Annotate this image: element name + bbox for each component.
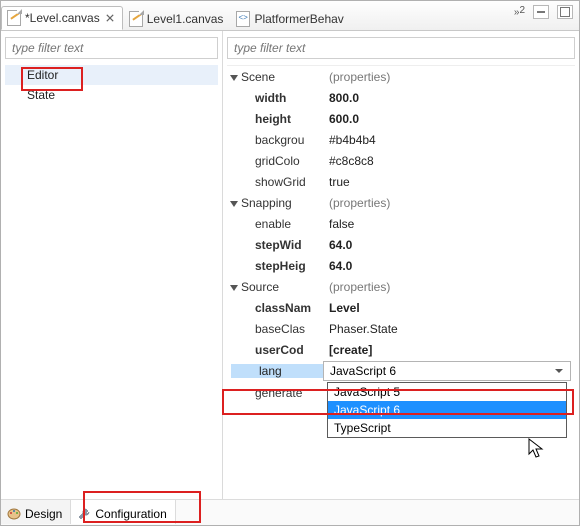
lang-option-js6[interactable]: JavaScript 6 xyxy=(328,401,566,419)
section-snapping[interactable]: Snapping (properties) xyxy=(227,192,575,213)
prop-value[interactable]: 800.0 xyxy=(323,91,575,105)
page-tab-design[interactable]: Design xyxy=(1,500,71,524)
properties-table: Scene (properties) width800.0 height600.… xyxy=(227,65,575,403)
prop-value[interactable]: Phaser.State xyxy=(323,322,575,336)
prop-value[interactable]: false xyxy=(323,217,575,231)
prop-value[interactable]: Level xyxy=(323,301,575,315)
prop-value[interactable]: #b4b4b4 xyxy=(323,133,575,147)
palette-icon xyxy=(7,507,21,521)
page-tab-configuration[interactable]: Configuration xyxy=(71,500,175,524)
wrench-icon xyxy=(77,507,91,521)
html-icon xyxy=(236,11,250,27)
editor-tab-platformer[interactable]: PlatformerBehav xyxy=(230,6,350,30)
prop-key: userCod xyxy=(227,343,323,357)
right-pane: Scene (properties) width800.0 height600.… xyxy=(223,31,579,499)
prop-key: gridColo xyxy=(227,154,323,168)
prop-key: stepWid xyxy=(227,238,323,252)
prop-value[interactable]: 64.0 xyxy=(323,259,575,273)
prop-value[interactable]: 64.0 xyxy=(323,238,575,252)
editor-tab-bar: *Level.canvas Level1.canvas PlatformerBe… xyxy=(1,1,579,31)
tab-label: PlatformerBehav xyxy=(254,12,343,26)
more-tabs-indicator[interactable]: »2 xyxy=(514,7,525,18)
prop-key: height xyxy=(227,112,323,126)
prop-row-lang: lang JavaScript 6 xyxy=(227,360,575,382)
maximize-icon[interactable] xyxy=(557,5,573,19)
triangle-down-icon xyxy=(229,72,239,82)
prop-value[interactable]: 600.0 xyxy=(323,112,575,126)
category-tree: Editor State xyxy=(5,65,218,105)
lang-option-ts[interactable]: TypeScript xyxy=(328,419,566,437)
filter-input-left[interactable] xyxy=(5,37,218,59)
filter-input-right[interactable] xyxy=(227,37,575,59)
prop-value[interactable]: #c8c8c8 xyxy=(323,154,575,168)
lang-value: JavaScript 6 xyxy=(330,364,396,378)
lang-option-js5[interactable]: JavaScript 5 xyxy=(328,383,566,401)
tab-label: *Level.canvas xyxy=(25,11,100,25)
cursor-icon xyxy=(528,438,544,460)
page-tab-label: Configuration xyxy=(95,507,166,521)
prop-key: width xyxy=(227,91,323,105)
document-icon xyxy=(129,11,143,27)
left-pane: Editor State xyxy=(1,31,223,499)
triangle-down-icon xyxy=(229,282,239,292)
document-icon xyxy=(7,10,21,26)
page-tab-bar: Design Configuration xyxy=(1,499,579,525)
prop-key: classNam xyxy=(227,301,323,315)
tree-item-editor[interactable]: Editor xyxy=(5,65,218,85)
lang-dropdown-list: JavaScript 5 JavaScript 6 TypeScript xyxy=(327,382,567,438)
tree-item-state[interactable]: State xyxy=(5,85,218,105)
prop-key: showGrid xyxy=(227,175,323,189)
editor-tab-level1[interactable]: Level1.canvas xyxy=(123,6,231,30)
prop-value[interactable]: [create] xyxy=(323,343,575,357)
prop-key: stepHeig xyxy=(227,259,323,273)
prop-value[interactable]: true xyxy=(323,175,575,189)
tab-label: Level1.canvas xyxy=(147,12,224,26)
section-source[interactable]: Source (properties) xyxy=(227,276,575,297)
section-scene[interactable]: Scene (properties) xyxy=(227,66,575,87)
prop-key: enable xyxy=(227,217,323,231)
prop-key: backgrou xyxy=(227,133,323,147)
prop-key: baseClas xyxy=(227,322,323,336)
prop-key-lang: lang xyxy=(231,364,323,378)
page-tab-label: Design xyxy=(25,507,62,521)
lang-dropdown[interactable]: JavaScript 6 xyxy=(323,361,571,381)
close-icon[interactable] xyxy=(104,12,116,24)
triangle-down-icon xyxy=(229,198,239,208)
chevron-down-icon xyxy=(552,366,566,376)
editor-tab-level[interactable]: *Level.canvas xyxy=(1,6,123,30)
minimize-icon[interactable] xyxy=(533,5,549,19)
prop-key: generate xyxy=(227,386,323,400)
